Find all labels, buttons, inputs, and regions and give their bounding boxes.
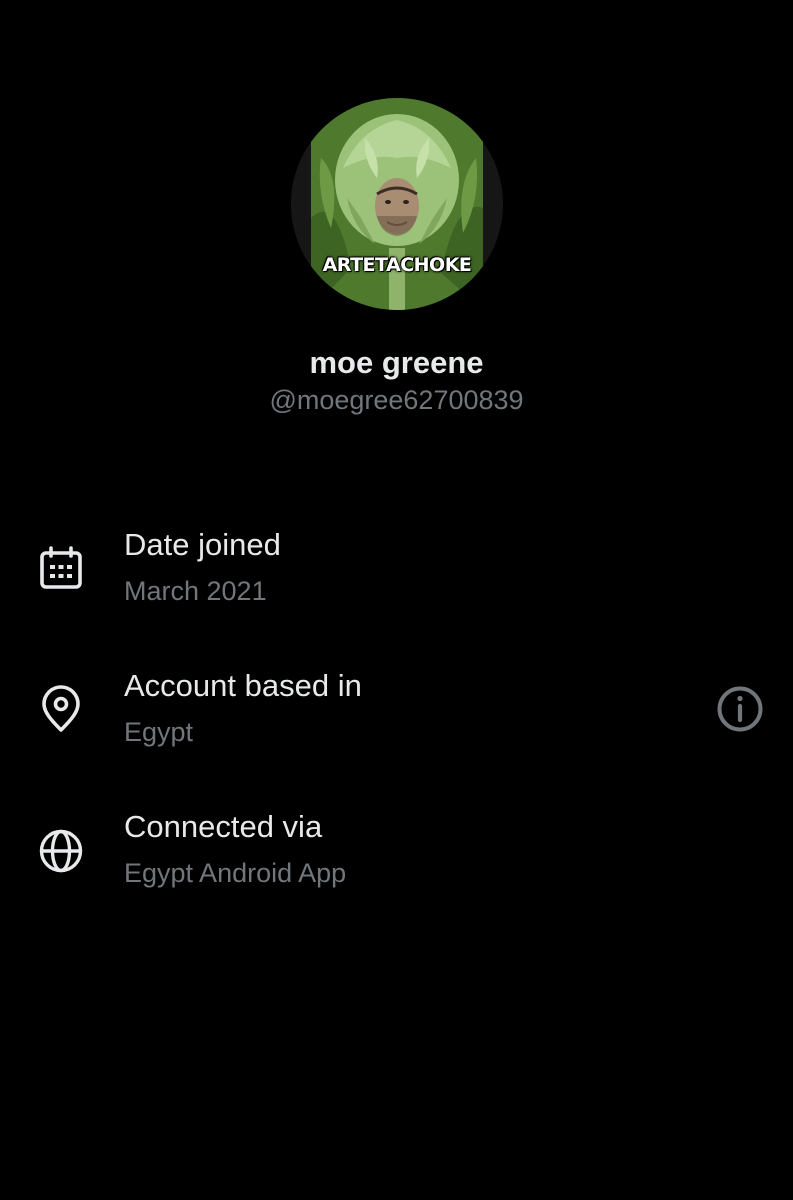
globe-icon	[36, 826, 86, 876]
date-joined-value: March 2021	[124, 576, 267, 606]
calendar-icon	[36, 544, 86, 594]
location-pin-icon	[36, 685, 86, 735]
connected-via-label: Connected via	[124, 809, 323, 844]
info-row-account-based-in: Account based in Egypt	[0, 665, 793, 765]
avatar-image	[291, 98, 503, 310]
avatar-caption: ARTETACHOKE	[322, 254, 472, 276]
info-icon[interactable]	[713, 682, 767, 736]
info-row-date-joined: Date joined March 2021	[0, 524, 793, 624]
profile-avatar[interactable]: ARTETACHOKE	[291, 98, 503, 310]
account-based-in-label: Account based in	[124, 668, 362, 703]
connected-via-value: Egypt Android App	[124, 858, 347, 888]
account-based-in-value: Egypt	[124, 717, 194, 747]
info-row-connected-via: Connected via Egypt Android App	[0, 806, 793, 906]
display-name: moe greene	[309, 345, 484, 380]
user-handle: @moegree62700839	[269, 385, 524, 415]
date-joined-label: Date joined	[124, 527, 281, 562]
